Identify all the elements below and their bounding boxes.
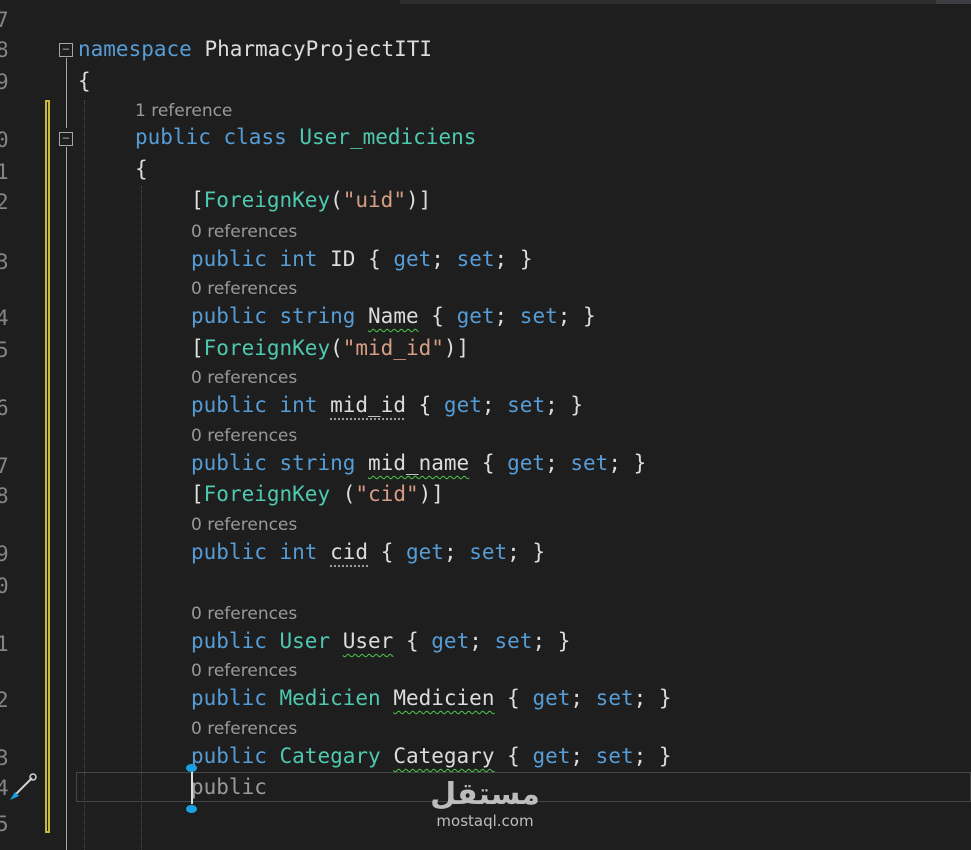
code-editor[interactable]: 7 8 9 0 1 2 3 4 5 6 7 8 9 0 1 2 3 4 5 − … — [0, 0, 971, 850]
line-number: 9 — [0, 70, 9, 94]
top-tab-strip-edge — [400, 0, 940, 4]
line-number: 2 — [0, 688, 9, 712]
line-number: 8 — [0, 38, 9, 62]
change-tracking-bar — [45, 100, 50, 833]
property-line[interactable]: public int cid { get; set; } — [191, 538, 545, 566]
selection-handle-top[interactable] — [186, 764, 197, 772]
line-number: 8 — [0, 484, 9, 508]
property-line[interactable]: public Categary Categary { get; set; } — [191, 742, 672, 770]
fold-minus-icon[interactable]: − — [59, 132, 73, 146]
property-line[interactable]: public string mid_name { get; set; } — [191, 449, 646, 477]
namespace-name: PharmacyProjectITI — [204, 37, 433, 61]
references-codelens[interactable]: 0 references — [191, 514, 297, 536]
property-line[interactable]: public int ID { get; set; } — [191, 245, 532, 273]
text-caret — [191, 770, 193, 804]
paintbrush-icon[interactable] — [6, 772, 38, 802]
selection-handle-bottom[interactable] — [186, 805, 197, 813]
line-number: 9 — [0, 542, 9, 566]
fold-guide-line — [66, 58, 67, 128]
top-right-edge — [936, 0, 971, 4]
keyword: namespace — [78, 37, 192, 61]
namespace-declaration[interactable]: namespace PharmacyProjectITI — [78, 35, 432, 63]
fold-guide-line — [66, 147, 67, 850]
watermark-logo: مستقل — [430, 777, 540, 812]
attribute-line[interactable]: [ForeignKey("uid")] — [191, 186, 431, 214]
line-number: 3 — [0, 746, 9, 770]
line-number: 7 — [0, 454, 9, 478]
attribute-line[interactable]: [ForeignKey ("cid")] — [191, 480, 444, 508]
line-number: 0 — [0, 574, 9, 598]
indent-guide — [84, 100, 85, 850]
line-number: 1 — [0, 632, 9, 656]
line-number: 5 — [0, 338, 9, 362]
class-name: User_mediciens — [299, 125, 477, 149]
accessor-block: { get; set; } — [368, 247, 533, 271]
line-number: 2 — [0, 190, 9, 214]
property-line[interactable]: public int mid_id { get; set; } — [191, 391, 583, 419]
references-codelens[interactable]: 0 references — [191, 367, 297, 389]
property-line[interactable]: public string Name { get; set; } — [191, 302, 596, 330]
keyword: class — [223, 125, 287, 149]
class-references-codelens[interactable]: 1 reference — [135, 100, 232, 122]
indent-guide — [141, 186, 142, 850]
typing-line[interactable]: public — [191, 773, 267, 801]
namespace-open-brace: { — [78, 69, 91, 93]
line-number: 7 — [0, 8, 9, 32]
class-declaration[interactable]: public class User_mediciens — [135, 123, 476, 151]
line-number: 3 — [0, 250, 9, 274]
line-number: 0 — [0, 128, 9, 152]
line-number: 4 — [0, 306, 9, 330]
keyword: public — [135, 125, 211, 149]
watermark: مستقل mostaql.com — [420, 778, 550, 838]
line-number: 1 — [0, 160, 9, 184]
references-codelens[interactable]: 0 references — [191, 603, 297, 625]
watermark-url: mostaql.com — [436, 812, 534, 830]
references-codelens[interactable]: 0 references — [191, 718, 297, 740]
property-line[interactable]: public Medicien Medicien { get; set; } — [191, 684, 672, 712]
line-number: 5 — [0, 812, 9, 836]
references-codelens[interactable]: 0 references — [191, 660, 297, 682]
references-codelens[interactable]: 0 references — [191, 278, 297, 300]
references-codelens[interactable]: 0 references — [191, 425, 297, 447]
attribute-line[interactable]: [ForeignKey("mid_id")] — [191, 334, 469, 362]
references-codelens[interactable]: 0 references — [191, 221, 297, 243]
property-line[interactable]: public User User { get; set; } — [191, 627, 570, 655]
line-number: 6 — [0, 396, 9, 420]
fold-minus-icon[interactable]: − — [59, 43, 73, 57]
class-open-brace: { — [135, 157, 148, 181]
